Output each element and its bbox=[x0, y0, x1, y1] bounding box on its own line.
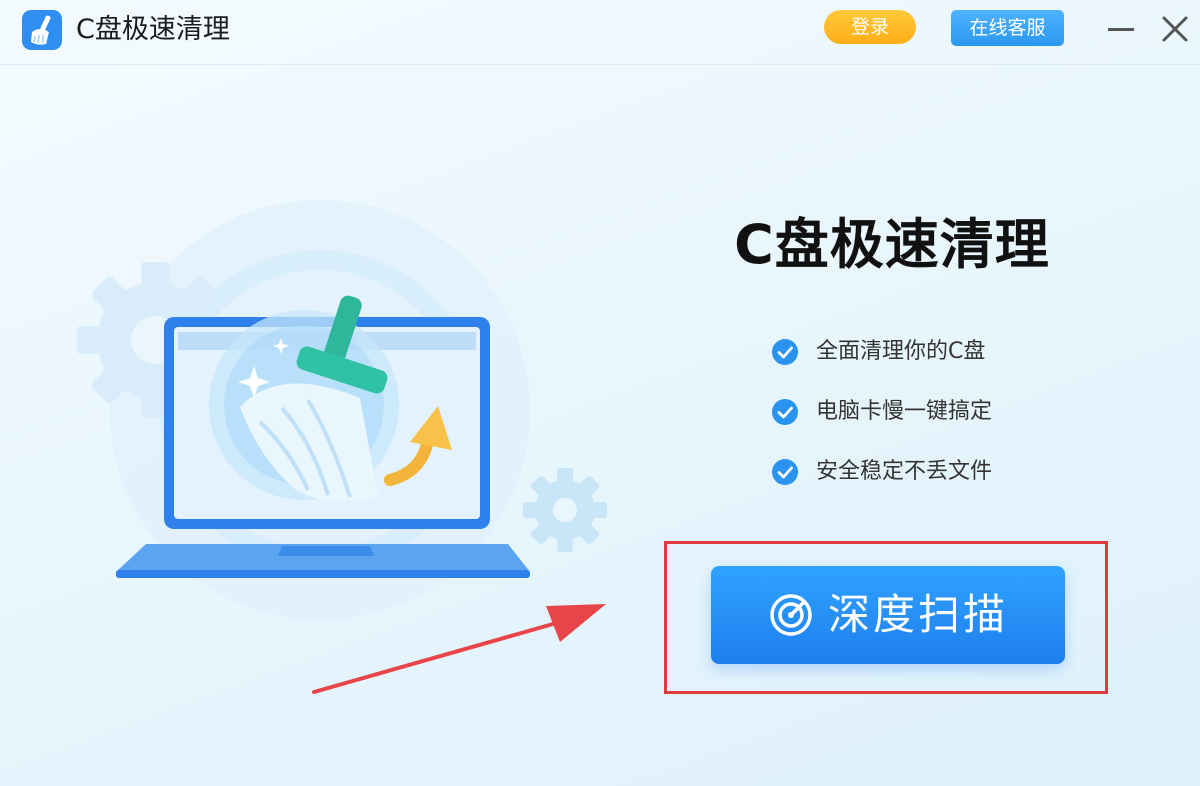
minimize-icon[interactable] bbox=[1106, 17, 1136, 41]
app-title: C盘极速清理 bbox=[76, 14, 230, 45]
feature-text: 安全稳定不丢文件 bbox=[816, 459, 993, 484]
check-circle-icon bbox=[772, 459, 798, 485]
login-button[interactable]: 登录 bbox=[824, 10, 916, 44]
feature-item: 电脑卡慢一键搞定 bbox=[772, 397, 992, 427]
deep-scan-label: 深度扫描 bbox=[827, 590, 1008, 639]
close-icon[interactable] bbox=[1160, 14, 1190, 44]
feature-item: 安全稳定不丢文件 bbox=[772, 457, 992, 487]
feature-text: 电脑卡慢一键搞定 bbox=[816, 399, 993, 424]
small-gear-icon bbox=[523, 468, 607, 552]
feature-text: 全面清理你的C盘 bbox=[816, 339, 986, 364]
check-circle-icon bbox=[772, 399, 798, 425]
title-bar: C盘极速清理 登录 在线客服 bbox=[0, 0, 1200, 65]
check-circle-icon bbox=[772, 339, 798, 365]
annotation-arrow bbox=[312, 604, 606, 694]
deep-scan-button[interactable]: 深度扫描 bbox=[711, 566, 1065, 664]
online-service-button[interactable]: 在线客服 bbox=[951, 10, 1064, 46]
broom-icon bbox=[22, 10, 62, 50]
radar-scan-icon bbox=[770, 594, 812, 636]
main-headline: C盘极速清理 bbox=[734, 213, 1050, 276]
feature-item: 全面清理你的C盘 bbox=[772, 337, 985, 367]
